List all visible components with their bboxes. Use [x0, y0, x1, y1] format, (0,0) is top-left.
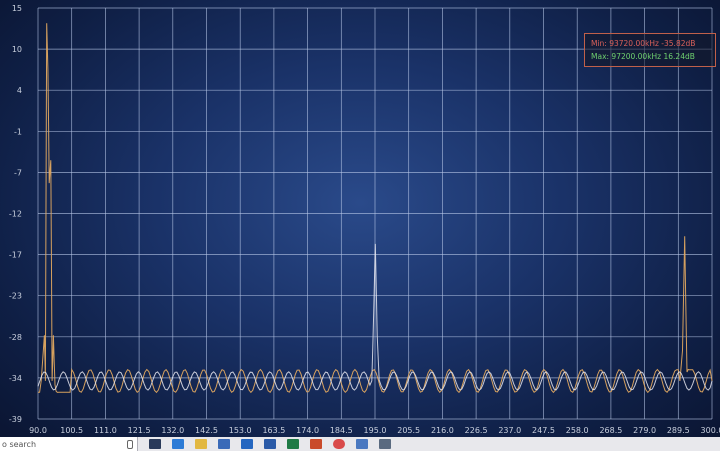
store-icon[interactable] — [218, 439, 230, 449]
x-tick-label: 279.0 — [633, 426, 656, 435]
x-tick-label: 121.5 — [128, 426, 151, 435]
x-tick-label: 268.5 — [599, 426, 622, 435]
y-tick-label: -23 — [9, 292, 22, 301]
taskbar: o search — [0, 437, 720, 451]
task-view-icon[interactable] — [149, 439, 161, 449]
y-tick-label: 10 — [12, 45, 22, 54]
x-tick-label: 289.5 — [667, 426, 690, 435]
y-tick-label: -1 — [14, 127, 22, 136]
legend-min-entry: Min: 93720.00kHz -35.82dB — [591, 39, 696, 48]
y-tick-label: -7 — [14, 168, 22, 177]
settings-icon[interactable] — [379, 439, 391, 449]
x-tick-label: 90.0 — [29, 426, 47, 435]
x-tick-label: 237.0 — [498, 426, 521, 435]
powerpoint-icon[interactable] — [310, 439, 322, 449]
x-tick-label: 163.5 — [262, 426, 285, 435]
y-tick-label: -34 — [9, 374, 22, 383]
microphone-icon[interactable] — [127, 439, 133, 449]
taskbar-search-box[interactable]: o search — [0, 437, 138, 451]
y-tick-label: -17 — [9, 251, 22, 260]
file-explorer-icon[interactable] — [195, 439, 207, 449]
y-tick-label: 15 — [12, 4, 22, 13]
edge-browser-icon[interactable] — [172, 439, 184, 449]
x-tick-label: 132.0 — [161, 426, 184, 435]
taskbar-search-label: o search — [2, 439, 37, 449]
y-tick-label: -28 — [9, 333, 22, 342]
chrome-icon[interactable] — [333, 439, 345, 449]
y-tick-label: -12 — [9, 210, 22, 219]
x-tick-label: 258.0 — [566, 426, 589, 435]
mail-icon[interactable] — [241, 439, 253, 449]
x-tick-label: 111.0 — [94, 426, 117, 435]
x-tick-label: 195.0 — [364, 426, 387, 435]
legend-max-entry: Max: 97200.00kHz 16.24dB — [591, 52, 695, 61]
app-icon[interactable] — [356, 439, 368, 449]
excel-icon[interactable] — [287, 439, 299, 449]
y-tick-label: 4 — [17, 86, 22, 95]
x-tick-label: 174.0 — [296, 426, 319, 435]
x-tick-label: 142.5 — [195, 426, 218, 435]
y-tick-label: -39 — [9, 415, 22, 424]
min-max-legend: Min: 93720.00kHz -35.82dB Max: 97200.00k… — [584, 33, 716, 67]
x-tick-label: 100.5 — [60, 426, 83, 435]
x-tick-label: 153.0 — [229, 426, 252, 435]
spectrum-screen: 90.0 100.5 111.0 121.5 132.0 142.5 153.0 163.5 1… — [0, 0, 720, 451]
x-tick-label: 226.5 — [465, 426, 488, 435]
word-icon[interactable] — [264, 439, 276, 449]
x-tick-label: 205.5 — [397, 426, 420, 435]
x-tick-label: 184.5 — [330, 426, 353, 435]
x-tick-label: 216.0 — [431, 426, 454, 435]
spectrum-chart: 90.0 100.5 111.0 121.5 132.0 142.5 153.0 163.5 1… — [9, 4, 720, 435]
x-tick-label: 300.0 — [701, 426, 720, 435]
x-tick-label: 247.5 — [532, 426, 555, 435]
